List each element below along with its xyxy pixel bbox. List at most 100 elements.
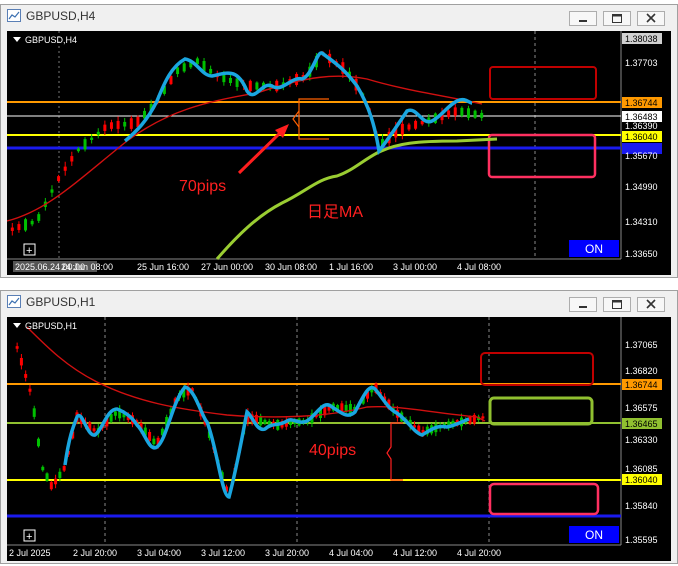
candle-body	[63, 166, 67, 171]
price-axis: 1.37065 1.36820 1.36744 1.36575 1.36465 …	[622, 340, 662, 545]
candle-body	[222, 74, 226, 83]
price-label: 1.36330	[625, 435, 658, 445]
price-label: 1.35670	[625, 151, 658, 161]
price-label: 1.36820	[625, 366, 658, 376]
ma-red-line	[26, 326, 486, 422]
price-label: 1.34310	[625, 217, 658, 227]
candle-body	[129, 118, 133, 129]
time-label: 30 Jun 08:00	[265, 262, 317, 272]
time-label: 4 Jul 04:00	[329, 548, 373, 558]
price-label: 1.36040	[625, 132, 658, 142]
candle-body	[176, 67, 180, 75]
candle-body	[400, 123, 404, 135]
time-label: 4 Jul 20:00	[457, 548, 501, 558]
on-button-label[interactable]: ON	[585, 528, 603, 542]
candle-body	[481, 416, 485, 419]
candle-body	[19, 357, 23, 366]
candle-body	[30, 220, 34, 225]
price-label: 1.35840	[625, 501, 658, 511]
candle-body	[103, 124, 107, 131]
close-button[interactable]	[637, 297, 665, 312]
candle-body	[57, 176, 61, 182]
candle-body	[58, 471, 62, 479]
price-label: 1.37065	[625, 340, 658, 350]
symbol-timeframe-label: GBPUSD,H1	[25, 321, 77, 331]
price-label: 1.36085	[625, 464, 658, 474]
candle-body	[37, 438, 40, 447]
time-label: 3 Jul 12:00	[201, 548, 245, 558]
annotation-70pips: 70pips	[179, 178, 226, 195]
candle-body	[45, 473, 49, 481]
pink-box-top[interactable]	[487, 133, 597, 179]
time-label: 24 Jun 08:00	[61, 262, 113, 272]
candle-body	[24, 374, 28, 378]
window-titlebar[interactable]: GBPUSD,H4	[1, 5, 677, 27]
time-label: 4 Jul 08:00	[457, 262, 501, 272]
h4-chart-svg[interactable]: 70pips 日足MA GBPUSD,H4 1.38038 1.37703 1.…	[6, 31, 671, 275]
window-titlebar[interactable]: GBPUSD,H1	[1, 291, 677, 313]
candle-body	[32, 408, 36, 417]
time-axis: 2 Jul 2025 2 Jul 20:00 3 Jul 04:00 3 Jul…	[9, 548, 501, 558]
chart-window-icon	[7, 295, 21, 308]
time-label: 3 Jul 04:00	[137, 548, 181, 558]
annotation-40pips: 40pips	[309, 442, 356, 459]
candle-body	[453, 107, 457, 116]
candle-body	[152, 438, 156, 445]
candle-body	[109, 122, 113, 129]
candle-body	[41, 466, 45, 471]
candle-body	[263, 419, 267, 424]
candle-body	[182, 63, 186, 72]
price-label: 1.36040	[625, 475, 658, 485]
h1-chart-svg[interactable]: 40pips GBPUSD,H1 1.37065 1.36820 1.36744…	[7, 317, 671, 561]
candle-body	[289, 421, 293, 426]
candle-body	[49, 482, 53, 490]
time-label: 1 Jul 16:00	[329, 262, 373, 272]
time-label: 3 Jul 20:00	[265, 548, 309, 558]
candle-body	[116, 120, 120, 129]
candle-body	[70, 156, 74, 162]
candle-body	[24, 219, 28, 231]
price-label: 1.33650	[625, 249, 658, 259]
candle-body	[473, 110, 477, 118]
price-label: 1.36575	[625, 403, 658, 413]
close-button[interactable]	[637, 11, 665, 26]
price-label: 1.37703	[625, 58, 658, 68]
candle-body	[248, 80, 252, 92]
candle-body	[414, 120, 418, 129]
maximize-button[interactable]	[603, 11, 631, 26]
red-box-bottom[interactable]	[480, 352, 594, 386]
window-title: GBPUSD,H4	[26, 9, 96, 23]
maximize-button[interactable]	[603, 297, 631, 312]
price-axis: 1.38038 1.37703 1.36744 1.36483 1.36390 …	[622, 33, 662, 259]
price-label: 1.35595	[625, 535, 658, 545]
chart-window-h1: GBPUSD,H1 40pips GBPUSD,H1 1.37065 1.368…	[0, 290, 678, 564]
time-label: 2 Jul 2025	[9, 548, 51, 558]
pips-bracket-70	[298, 98, 329, 140]
pink-box-bottom[interactable]	[488, 482, 600, 516]
minimize-button[interactable]	[569, 11, 597, 26]
candle-body	[83, 139, 87, 150]
time-label: 25 Jun 16:00	[137, 262, 189, 272]
candle-body	[15, 346, 19, 349]
annotation-daily-ma: 日足MA	[307, 204, 363, 221]
candle-body	[96, 131, 100, 135]
candle-body	[10, 227, 14, 231]
candle-body	[255, 82, 259, 90]
chart-area-h4[interactable]: 70pips 日足MA GBPUSD,H4 1.38038 1.37703 1.…	[6, 31, 671, 275]
chart-area-h1[interactable]: 40pips GBPUSD,H1 1.37065 1.36820 1.36744…	[7, 317, 671, 561]
window-title: GBPUSD,H1	[26, 295, 96, 309]
green-box-bottom[interactable]	[488, 396, 594, 426]
symbol-timeframe-label: GBPUSD,H4	[25, 35, 77, 45]
candle-body	[76, 148, 80, 152]
on-button-label[interactable]: ON	[585, 242, 603, 256]
time-label: 4 Jul 12:00	[393, 548, 437, 558]
candle-body	[348, 403, 352, 414]
plus-label: +	[26, 245, 32, 257]
minimize-button[interactable]	[569, 297, 597, 312]
pips-bracket-40	[386, 422, 403, 481]
red-box-top[interactable]	[489, 66, 597, 100]
chart-window-h4: GBPUSD,H4 70pips 日足MA GBPUSD,H4 1.38038 …	[0, 4, 678, 278]
time-label: 2 Jul 20:00	[73, 548, 117, 558]
candle-body	[447, 110, 451, 118]
candle-body	[92, 428, 96, 432]
